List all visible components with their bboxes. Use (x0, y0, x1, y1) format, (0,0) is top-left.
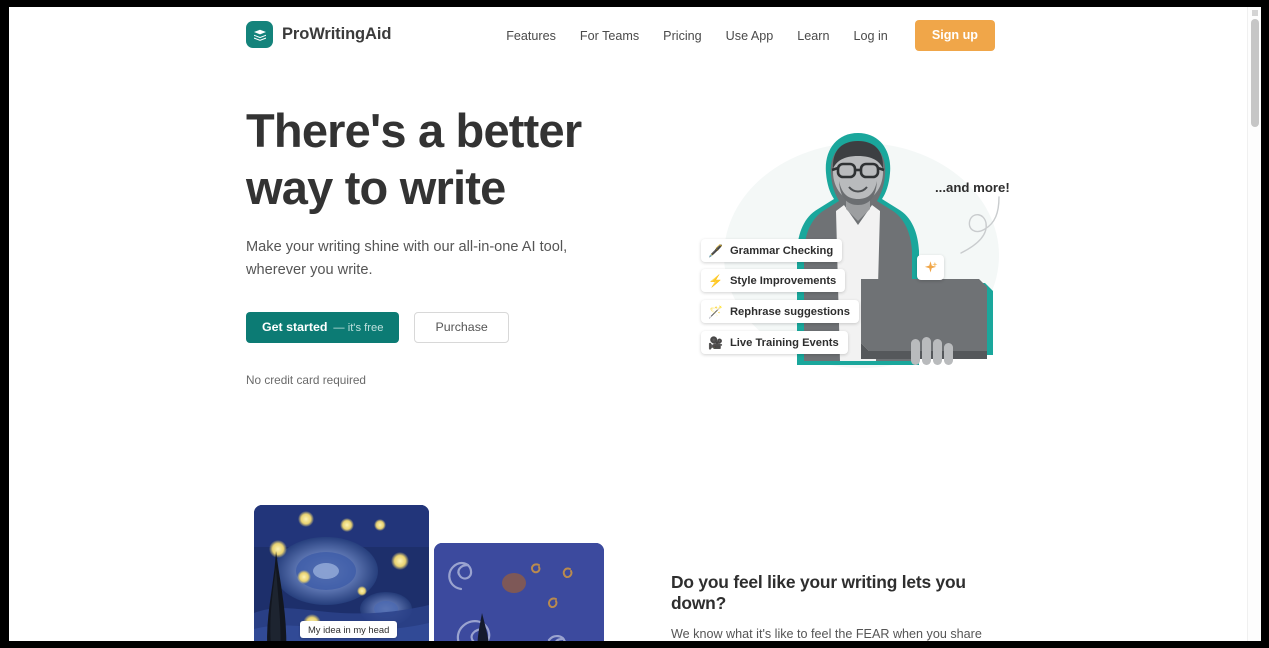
brand-logo[interactable]: ProWritingAid (246, 21, 391, 48)
section-heading: Do you feel like your writing lets you d… (671, 572, 966, 613)
get-started-label: Get started (262, 320, 328, 334)
feature-chip-rephrase-suggestions: 🪄 Rephrase suggestions (701, 300, 859, 323)
squiggle-arrow-icon (960, 196, 1000, 254)
magic-wand-icon: 🪄 (708, 304, 723, 319)
nav-link-learn[interactable]: Learn (785, 21, 841, 51)
page-title: There's a better way to write (246, 104, 582, 214)
no-credit-card-note: No credit card required (246, 373, 366, 387)
nav-link-for-teams[interactable]: For Teams (568, 21, 651, 51)
pen-icon: 🖋️ (708, 243, 723, 258)
site-header: ProWritingAid Features For Teams Pricing… (9, 7, 1247, 64)
get-started-note: — it's free (333, 322, 384, 334)
purchase-button[interactable]: Purchase (414, 312, 509, 343)
nav-link-features[interactable]: Features (494, 21, 568, 51)
feature-chip-label: Grammar Checking (729, 244, 834, 257)
feature-chip-label: Rephrase suggestions (729, 305, 850, 318)
flat-blue-artwork (434, 543, 604, 641)
movie-camera-icon: 🎥 (708, 335, 723, 350)
nav-link-use-app[interactable]: Use App (714, 21, 786, 51)
nav-link-log-in[interactable]: Log in (842, 21, 900, 51)
idea-caption-label: My idea in my head (300, 621, 398, 638)
hero-subtitle: Make your writing shine with our all-in-… (246, 239, 568, 278)
vertical-scrollbar[interactable] (1247, 7, 1261, 641)
main-nav: Features For Teams Pricing Use App Learn… (494, 20, 995, 51)
feature-chip-live-training-events: 🎥 Live Training Events (701, 331, 848, 354)
get-started-button[interactable]: Get started — it's free (246, 312, 400, 343)
hero-actions: Get started — it's free Purchase (246, 312, 646, 343)
hero-illustration: 🖋️ Grammar Checking ⚡ Style Improvements… (669, 107, 1029, 407)
section-paragraph: We know what it's like to feel the FEAR … (671, 627, 982, 641)
artwork-comparison: My idea in my head (254, 505, 604, 641)
sign-up-button[interactable]: Sign up (914, 20, 995, 51)
laptop-illustration (861, 279, 993, 365)
hero-copy: There's a better way to write Make your … (246, 102, 646, 387)
lower-copy: Do you feel like your writing lets you d… (671, 572, 1016, 641)
scrollbar-up-arrow[interactable] (1252, 10, 1258, 16)
lightning-bolt-icon: ⚡ (708, 273, 723, 288)
page-content: ProWritingAid Features For Teams Pricing… (9, 7, 1261, 641)
brand-name: ProWritingAid (282, 25, 392, 43)
nav-link-pricing[interactable]: Pricing (651, 21, 714, 51)
feature-chip-style-improvements: ⚡ Style Improvements (701, 269, 846, 292)
browser-viewport-frame: ProWritingAid Features For Teams Pricing… (0, 0, 1269, 648)
feature-chip-label: Live Training Events (729, 336, 839, 349)
feature-chip-grammar-checking: 🖋️ Grammar Checking (701, 239, 843, 262)
feature-chip-label: Style Improvements (729, 274, 837, 287)
scrollbar-thumb[interactable] (1251, 19, 1259, 127)
book-logo-icon (246, 21, 273, 48)
